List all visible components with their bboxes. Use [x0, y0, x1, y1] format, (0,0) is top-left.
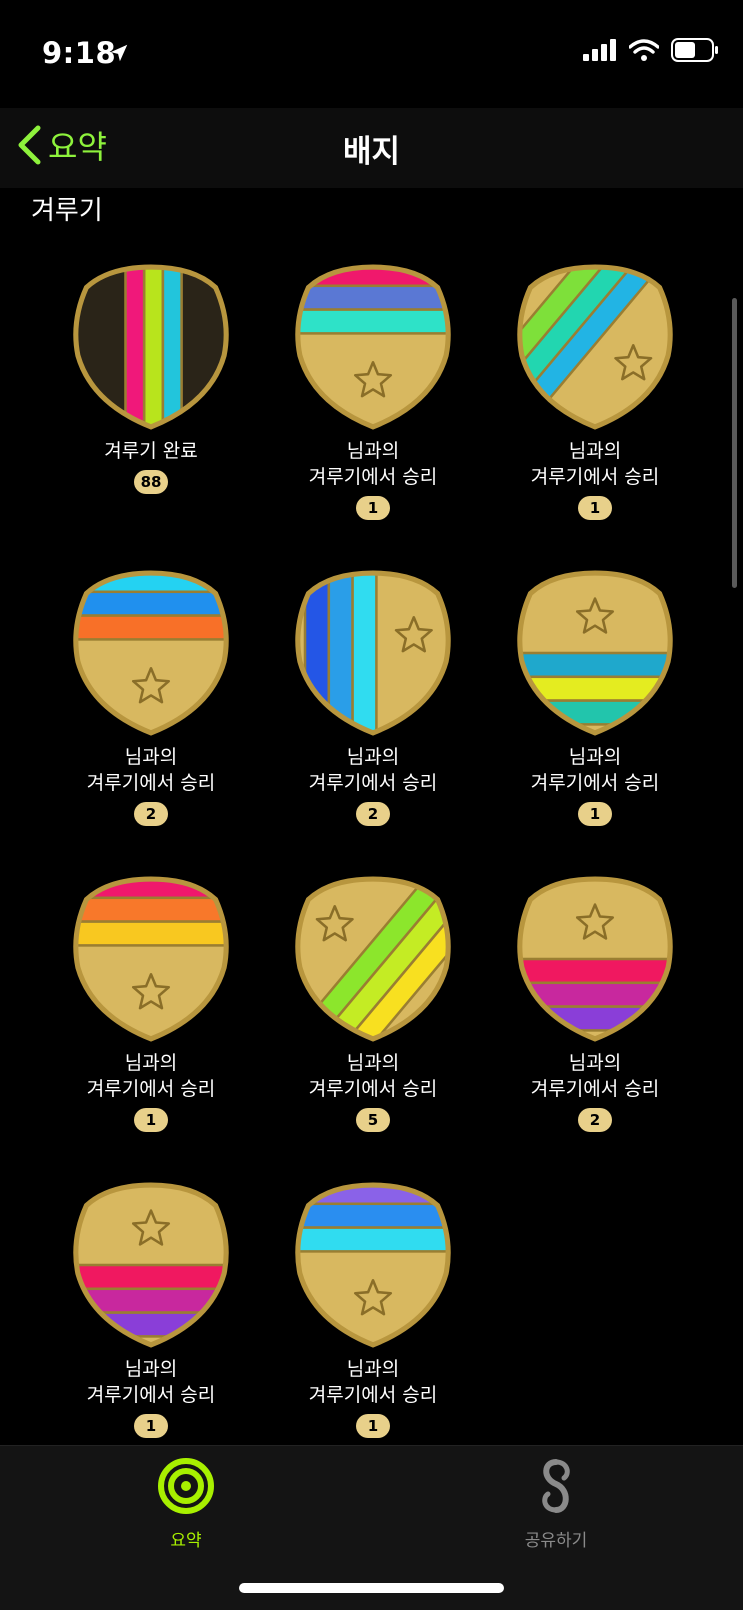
badge-count: 2: [134, 802, 168, 826]
home-indicator[interactable]: [239, 1583, 504, 1593]
sharing-icon: [542, 1459, 570, 1513]
badge-name: 님과의 겨루기에서 승리: [530, 746, 660, 794]
badge-item[interactable]: 님과의 겨루기에서 승리 2: [40, 568, 262, 826]
location-arrow-icon: [110, 44, 128, 62]
badge-name: 님과의 겨루기에서 승리: [530, 1052, 660, 1100]
badge-shield-icon: [73, 570, 229, 736]
badge-name: 님과의 겨루기에서 승리: [86, 746, 216, 794]
badge-count: 88: [134, 470, 168, 494]
badge-name: 님과의 겨루기에서 승리: [308, 1052, 438, 1100]
navigation-bar: 요약 배지: [0, 108, 743, 188]
activity-rings-icon: [158, 1458, 214, 1514]
badge-shield-icon: [73, 876, 229, 1042]
badge-shield-icon: [517, 264, 673, 430]
badge-name: 님과의 겨루기에서 승리: [530, 440, 660, 488]
badge-name: 님과의 겨루기에서 승리: [86, 1052, 216, 1100]
badge-item[interactable]: 님과의 겨루기에서 승리 1: [484, 262, 706, 520]
badge-shield-icon: [517, 876, 673, 1042]
section-title: 겨루기: [31, 196, 103, 226]
tab-label-summary: 요약: [170, 1531, 202, 1551]
badge-shield-icon: [73, 264, 229, 430]
badge-shield-icon: [295, 876, 451, 1042]
badge-count: 1: [578, 802, 612, 826]
badge-item[interactable]: 님과의 겨루기에서 승리 1: [262, 1180, 484, 1438]
tab-sharing[interactable]: 공유하기: [456, 1456, 656, 1551]
badge-name: 님과의 겨루기에서 승리: [86, 1358, 216, 1406]
cellular-signal-icon: [583, 39, 616, 61]
battery-icon: [671, 38, 718, 62]
badge-count: 1: [134, 1108, 168, 1132]
status-time: 9:18: [42, 36, 117, 70]
page-title: 배지: [342, 134, 401, 170]
badge-shield-icon: [295, 570, 451, 736]
badge-count: 2: [356, 802, 390, 826]
badge-item[interactable]: 님과의 겨루기에서 승리 2: [262, 568, 484, 826]
badge-name: 님과의 겨루기에서 승리: [308, 440, 438, 488]
badge-count: 1: [578, 496, 612, 520]
badge-item[interactable]: 님과의 겨루기에서 승리 5: [262, 874, 484, 1132]
status-indicators: [583, 38, 719, 62]
badge-count: 1: [356, 1414, 390, 1438]
tab-summary[interactable]: 요약: [86, 1456, 286, 1551]
badge-shield-icon: [73, 1182, 229, 1348]
badge-shield-icon: [295, 1182, 451, 1348]
status-bar: 9:18: [0, 0, 743, 108]
badge-count: 5: [356, 1108, 390, 1132]
wifi-icon: [629, 39, 659, 61]
badge-item[interactable]: 님과의 겨루기에서 승리 1: [40, 1180, 262, 1438]
badge-name: 님과의 겨루기에서 승리: [308, 1358, 438, 1406]
badge-shield-icon: [295, 264, 451, 430]
badge-item[interactable]: 님과의 겨루기에서 승리 1: [40, 874, 262, 1132]
badge-count: 2: [578, 1108, 612, 1132]
badge-name: 님과의 겨루기에서 승리: [308, 746, 438, 794]
badge-count: 1: [356, 496, 390, 520]
badge-shield-icon: [517, 570, 673, 736]
badge-item[interactable]: 님과의 겨루기에서 승리 2: [484, 874, 706, 1132]
tab-label-sharing: 공유하기: [524, 1531, 588, 1551]
scroll-indicator[interactable]: [732, 298, 737, 588]
badge-item[interactable]: 님과의 겨루기에서 승리 1: [262, 262, 484, 520]
badge-item[interactable]: 겨루기 완료 88: [40, 262, 262, 494]
badge-name: 겨루기 완료: [104, 440, 198, 462]
badge-item[interactable]: 님과의 겨루기에서 승리 1: [484, 568, 706, 826]
badge-count: 1: [134, 1414, 168, 1438]
